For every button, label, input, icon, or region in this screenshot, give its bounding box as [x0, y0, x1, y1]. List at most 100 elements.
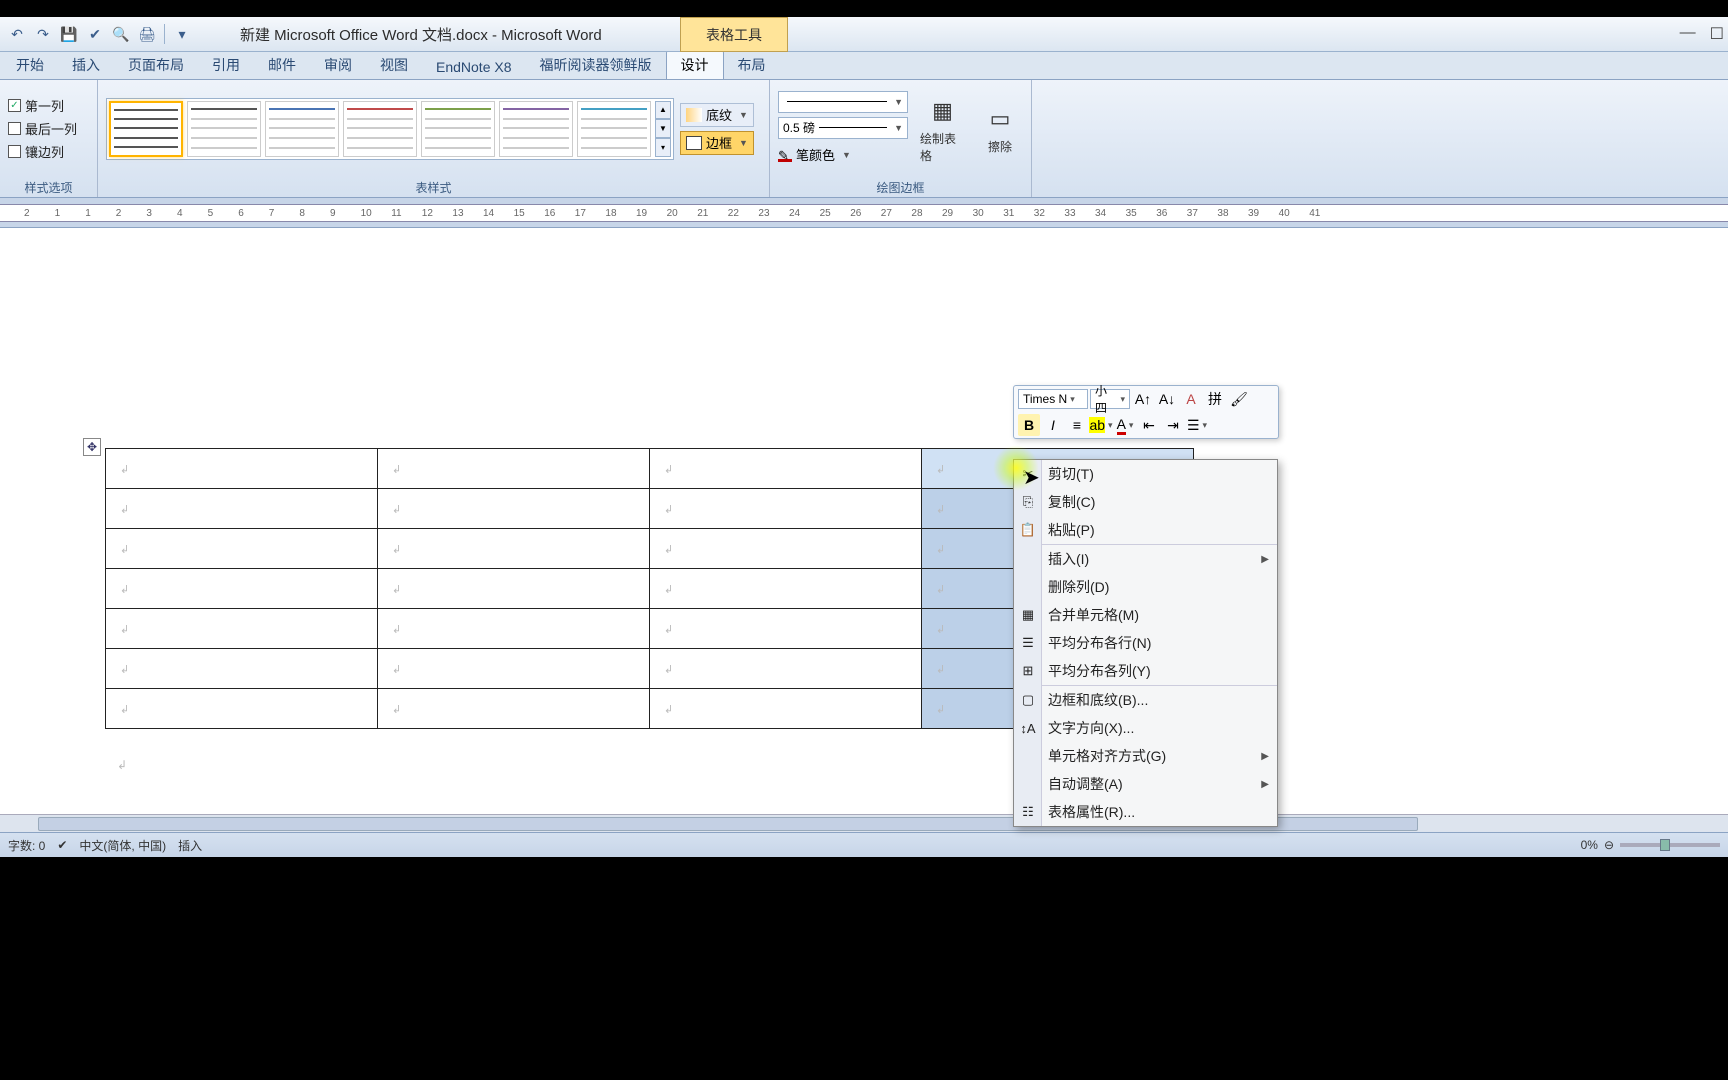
qat-customize-button[interactable]: ▾	[171, 23, 193, 45]
cm-merge-cells[interactable]: ▦合并单元格(M)	[1014, 601, 1277, 629]
tab-references[interactable]: 引用	[198, 51, 254, 79]
cm-copy[interactable]: ⎘复制(C)	[1014, 488, 1277, 516]
style-thumb-4[interactable]	[343, 101, 417, 157]
line-style-combo[interactable]: ▼	[778, 91, 908, 113]
mini-font-value: Times N	[1023, 392, 1067, 406]
eraser-button[interactable]: ▭擦除	[977, 100, 1023, 157]
quickprint-button[interactable]: 🖨	[136, 23, 158, 45]
cm-dist-rows[interactable]: ☰平均分布各行(N)	[1014, 629, 1277, 657]
word-window: ↶ ↷ 💾 ✔ 🔍 🖨 ▾ 新建 Microsoft Office Word 文…	[0, 17, 1728, 857]
paragraph-mark: ↲	[117, 758, 127, 772]
cm-cell-align[interactable]: 单元格对齐方式(G)▶	[1014, 742, 1277, 770]
cm-delete-col[interactable]: 删除列(D)	[1014, 573, 1277, 601]
insert-mode-status[interactable]: 插入	[178, 837, 202, 854]
mini-bold[interactable]: B	[1018, 414, 1040, 436]
shading-button[interactable]: 底纹▼	[680, 103, 754, 127]
minimize-button[interactable]: —	[1680, 24, 1696, 44]
table-move-handle[interactable]: ✥	[83, 438, 101, 456]
cm-cut[interactable]: ✂剪切(T)	[1014, 460, 1277, 488]
cm-text-direction[interactable]: ↕A文字方向(X)...	[1014, 714, 1277, 742]
cm-borders-shading[interactable]: ▢边框和底纹(B)...	[1014, 686, 1277, 714]
mini-font-combo[interactable]: Times N▾	[1018, 389, 1088, 409]
cm-table-props[interactable]: ☷表格属性(R)...	[1014, 798, 1277, 826]
zoom-slider[interactable]	[1620, 843, 1720, 847]
gallery-down[interactable]: ▼	[655, 119, 671, 138]
mini-bullets[interactable]: ☰▾	[1186, 414, 1208, 436]
mini-shrink-font[interactable]: A↓	[1156, 388, 1178, 410]
cm-insert[interactable]: 插入(I)▶	[1014, 545, 1277, 573]
mini-indent-inc[interactable]: ⇥	[1162, 414, 1184, 436]
last-col-checkbox[interactable]	[8, 122, 21, 135]
draw-table-button[interactable]: ▦绘制表格	[914, 92, 971, 166]
document-area[interactable]: ✥ ↲↲↲↲ ↲↲↲↲ ↲↲↲↲ ↲↲↲↲ ↲↲↲↲ ↲↲↲↲ ↲↲↲↲ ↲ 字…	[0, 228, 1728, 857]
mini-phonetic[interactable]: 拼	[1204, 388, 1226, 410]
tab-design[interactable]: 设计	[666, 50, 724, 79]
first-col-checkbox[interactable]: ✓	[8, 99, 21, 112]
mini-italic[interactable]: I	[1042, 414, 1064, 436]
word-count-status[interactable]: 字数: 0	[8, 837, 45, 854]
cm-autofit[interactable]: 自动调整(A)▶	[1014, 770, 1277, 798]
borders-shading-icon: ▢	[1018, 690, 1038, 710]
border-icon	[686, 136, 702, 150]
style-gallery[interactable]: ▲ ▼ ▾	[106, 98, 674, 160]
mini-size-combo[interactable]: 小四▾	[1090, 389, 1130, 409]
print-preview-button[interactable]: 🔍	[110, 23, 132, 45]
mini-center[interactable]: ≡	[1066, 414, 1088, 436]
zoom-out-button[interactable]: ⊖	[1604, 838, 1614, 852]
proofing-icon[interactable]: ✔	[57, 838, 67, 852]
cut-icon: ✂	[1018, 464, 1038, 484]
horizontal-ruler[interactable]: 2112345678910111213141516171819202122232…	[0, 198, 1728, 228]
tab-layout[interactable]: 布局	[724, 51, 780, 79]
spellcheck-button[interactable]: ✔	[84, 23, 106, 45]
window-title: 新建 Microsoft Office Word 文档.docx - Micro…	[240, 24, 602, 45]
undo-button[interactable]: ↶	[6, 23, 28, 45]
shading-label: 底纹	[706, 105, 732, 124]
mini-size-value: 小四	[1095, 382, 1117, 416]
draw-table-icon: ▦	[926, 94, 960, 128]
table-props-icon: ☷	[1018, 802, 1038, 822]
tab-page-layout[interactable]: 页面布局	[114, 51, 198, 79]
group-draw-borders: ▼ 0.5 磅▼ ✎笔颜色▼ ▦绘制表格 ▭擦除 绘图边框	[770, 80, 1032, 197]
mini-highlight[interactable]: ab▾	[1090, 414, 1112, 436]
style-thumb-1[interactable]	[109, 101, 183, 157]
zoom-pct[interactable]: 0%	[1581, 838, 1598, 852]
restore-button[interactable]: ☐	[1710, 24, 1724, 44]
mini-font-color[interactable]: A▾	[1114, 414, 1136, 436]
style-thumb-2[interactable]	[187, 101, 261, 157]
tab-mailings[interactable]: 邮件	[254, 51, 310, 79]
pen-color-button[interactable]: ✎笔颜色▼	[778, 143, 908, 167]
style-thumb-3[interactable]	[265, 101, 339, 157]
band-col-label: 镶边列	[25, 142, 64, 161]
cm-paste[interactable]: 📋粘贴(P)	[1014, 516, 1277, 544]
gallery-more[interactable]: ▾	[655, 138, 671, 157]
ribbon-body: ✓第一列 最后一列 镶边列 样式选项 ▲	[0, 80, 1728, 198]
tab-home[interactable]: 开始	[2, 51, 58, 79]
mini-indent-dec[interactable]: ⇤	[1138, 414, 1160, 436]
border-button[interactable]: 边框▼	[680, 131, 754, 155]
shading-icon	[686, 108, 702, 122]
tab-view[interactable]: 视图	[366, 51, 422, 79]
line-weight-combo[interactable]: 0.5 磅▼	[778, 117, 908, 139]
mini-format-painter[interactable]: 🖌	[1228, 388, 1250, 410]
border-label: 边框	[706, 133, 732, 152]
tab-endnote[interactable]: EndNote X8	[422, 55, 526, 79]
tab-insert[interactable]: 插入	[58, 51, 114, 79]
language-status[interactable]: 中文(简体, 中国)	[79, 837, 166, 854]
style-thumb-7[interactable]	[577, 101, 651, 157]
horizontal-scrollbar[interactable]	[0, 814, 1728, 832]
style-thumb-6[interactable]	[499, 101, 573, 157]
tab-foxit[interactable]: 福昕阅读器领鲜版	[526, 51, 666, 79]
mini-toolbar: Times N▾ 小四▾ A↑ A↓ A 拼 🖌 B I ≡ ab▾ A▾ ⇤ …	[1013, 385, 1279, 439]
mini-clear-format[interactable]: A	[1180, 388, 1202, 410]
group-table-styles-label: 表样式	[98, 177, 769, 197]
save-button[interactable]: 💾	[58, 23, 80, 45]
band-col-checkbox[interactable]	[8, 145, 21, 158]
mini-grow-font[interactable]: A↑	[1132, 388, 1154, 410]
gallery-up[interactable]: ▲	[655, 101, 671, 120]
redo-button[interactable]: ↷	[32, 23, 54, 45]
paste-icon: 📋	[1018, 520, 1038, 540]
style-thumb-5[interactable]	[421, 101, 495, 157]
last-col-label: 最后一列	[25, 119, 77, 138]
cm-dist-cols[interactable]: ⊞平均分布各列(Y)	[1014, 657, 1277, 685]
tab-review[interactable]: 审阅	[310, 51, 366, 79]
